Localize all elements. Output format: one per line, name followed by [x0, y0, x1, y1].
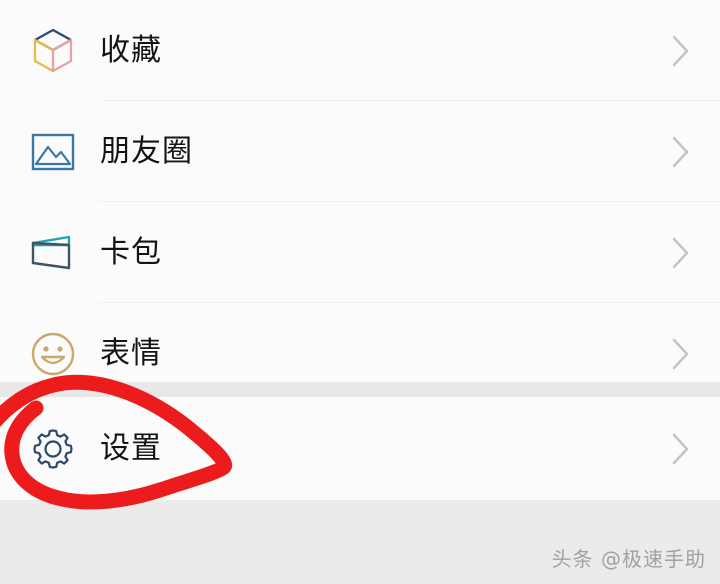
- list-item-label: 表情: [100, 335, 162, 371]
- chevron-right-icon: [670, 135, 692, 169]
- settings-list-group-main: 收藏 朋友圈 卡包 表情: [0, 0, 720, 382]
- gear-icon: [28, 424, 78, 474]
- list-item-settings[interactable]: 设置: [0, 397, 720, 500]
- photo-icon: [28, 127, 78, 177]
- settings-list-group-settings: 设置: [0, 397, 720, 500]
- smiley-icon: [28, 329, 78, 379]
- list-item-favorites[interactable]: 收藏: [0, 0, 720, 101]
- phone-screen: 收藏 朋友圈 卡包 表情 设置 头条 @极速手助: [0, 0, 720, 584]
- chevron-right-icon: [670, 236, 692, 270]
- list-item-cards[interactable]: 卡包: [0, 202, 720, 303]
- list-item-label: 设置: [100, 430, 162, 466]
- watermark-text: 头条 @极速手助: [551, 547, 706, 571]
- chevron-right-icon: [670, 337, 692, 371]
- list-item-label: 朋友圈: [100, 133, 193, 169]
- cube-icon: [28, 26, 78, 76]
- card-wallet-icon: [28, 228, 78, 278]
- chevron-right-icon: [670, 34, 692, 68]
- list-item-label: 收藏: [100, 32, 162, 68]
- list-item-label: 卡包: [100, 234, 162, 270]
- group-separator-band: [0, 382, 720, 397]
- chevron-right-icon: [670, 432, 692, 466]
- list-item-moments[interactable]: 朋友圈: [0, 101, 720, 202]
